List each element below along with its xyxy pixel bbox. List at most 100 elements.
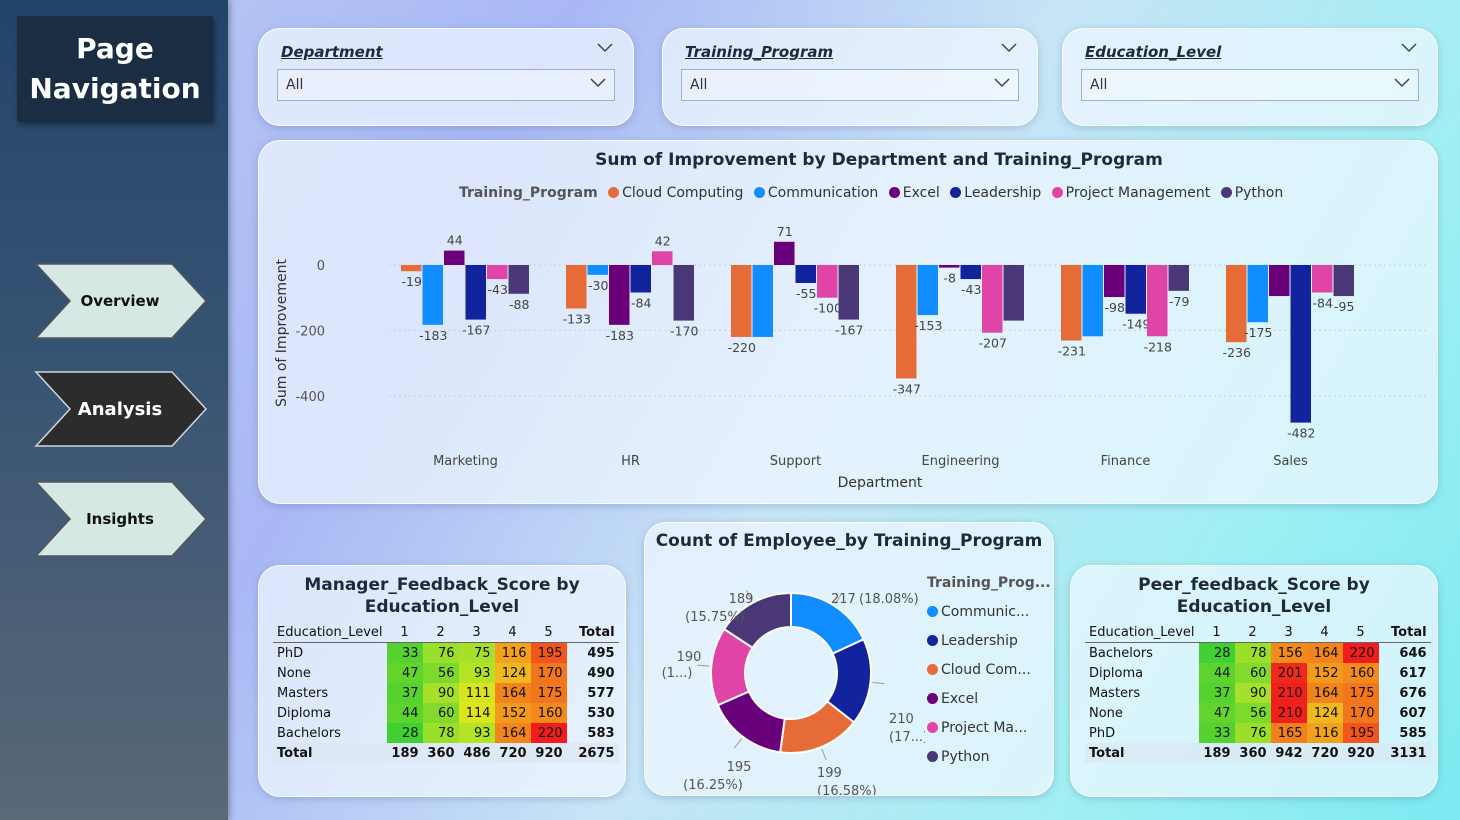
legend-item[interactable]: Communic...	[927, 604, 1051, 633]
matrix-header[interactable]: 4	[1306, 622, 1343, 643]
legend-item[interactable]: Python	[927, 749, 1051, 778]
matrix-cell[interactable]: 75	[458, 642, 495, 663]
matrix-cell[interactable]: 56	[422, 663, 459, 683]
education-level-dropdown[interactable]: All	[1081, 69, 1419, 101]
bar[interactable]	[487, 265, 508, 280]
legend-item[interactable]: Project Ma...	[927, 720, 1051, 749]
matrix-cell[interactable]: 164	[494, 723, 531, 743]
matrix-cell[interactable]: 201	[1270, 663, 1307, 683]
matrix-cell[interactable]: 195	[1342, 723, 1379, 743]
matrix-cell[interactable]: 160	[1342, 663, 1379, 683]
bar[interactable]	[774, 241, 795, 265]
matrix-cell[interactable]: 90	[1234, 683, 1271, 703]
bar[interactable]	[939, 265, 960, 268]
matrix-header[interactable]: 3	[458, 622, 495, 643]
bar[interactable]	[1312, 265, 1333, 293]
matrix-cell[interactable]: 210	[1270, 683, 1307, 703]
matrix-cell[interactable]: 164	[1306, 683, 1343, 703]
matrix-cell[interactable]: 156	[1270, 642, 1307, 663]
bar[interactable]	[1333, 265, 1355, 297]
chevron-down-icon[interactable]	[597, 43, 613, 53]
matrix-cell[interactable]: 111	[458, 683, 495, 703]
bar[interactable]	[401, 265, 422, 272]
training-program-slicer[interactable]: Training_Program All	[662, 28, 1038, 126]
bar[interactable]	[508, 265, 530, 294]
matrix-cell[interactable]: 175	[530, 683, 567, 703]
matrix-cell[interactable]: 37	[386, 683, 423, 703]
matrix-cell[interactable]: 152	[1306, 663, 1343, 683]
matrix-cell[interactable]: 60	[1234, 663, 1271, 683]
department-dropdown[interactable]: All	[277, 69, 615, 101]
matrix-cell[interactable]: 210	[1270, 703, 1307, 723]
matrix-header[interactable]: 5	[530, 622, 567, 643]
bar[interactable]	[1269, 265, 1290, 297]
bar[interactable]	[960, 265, 982, 280]
matrix-cell[interactable]: 124	[494, 663, 531, 683]
bar[interactable]	[630, 265, 652, 293]
bar[interactable]	[795, 265, 817, 283]
department-slicer[interactable]: Department All	[258, 28, 634, 126]
matrix-cell[interactable]: 47	[1198, 703, 1235, 723]
matrix-cell[interactable]: 195	[530, 642, 567, 663]
matrix-cell[interactable]: 152	[494, 703, 531, 723]
chevron-down-icon[interactable]	[1001, 43, 1017, 53]
matrix-cell[interactable]: 90	[422, 683, 459, 703]
bar[interactable]	[1082, 265, 1104, 337]
bar[interactable]	[673, 265, 695, 321]
matrix-cell[interactable]: 170	[1342, 703, 1379, 723]
matrix-cell[interactable]: 220	[1342, 642, 1379, 663]
bar[interactable]	[422, 265, 444, 325]
matrix-cell[interactable]: 170	[530, 663, 567, 683]
matrix-cell[interactable]: 60	[422, 703, 459, 723]
matrix-header[interactable]: Total	[1378, 622, 1431, 643]
matrix-header[interactable]: 1	[1198, 622, 1235, 643]
bar[interactable]	[838, 265, 860, 320]
bar[interactable]	[1061, 265, 1082, 341]
bar[interactable]	[609, 265, 630, 325]
matrix-cell[interactable]: 44	[386, 703, 423, 723]
bar[interactable]	[1125, 265, 1147, 314]
bar[interactable]	[1290, 265, 1312, 423]
bar[interactable]	[566, 265, 587, 309]
matrix-cell[interactable]: 33	[1198, 723, 1235, 743]
matrix-cell[interactable]: 93	[458, 663, 495, 683]
matrix-cell[interactable]: 28	[1198, 642, 1235, 663]
bar[interactable]	[652, 251, 673, 265]
legend-item[interactable]: Cloud Com...	[927, 662, 1051, 691]
matrix-cell[interactable]: 116	[1306, 723, 1343, 743]
matrix-cell[interactable]: 220	[530, 723, 567, 743]
matrix-header[interactable]: 5	[1342, 622, 1379, 643]
matrix-cell[interactable]: 76	[1234, 723, 1271, 743]
training-program-dropdown[interactable]: All	[681, 69, 1019, 101]
matrix-cell[interactable]: 37	[1198, 683, 1235, 703]
legend-item[interactable]: Excel	[927, 691, 1051, 720]
matrix-cell[interactable]: 164	[1306, 642, 1343, 663]
matrix-cell[interactable]: 76	[422, 642, 459, 663]
bar[interactable]	[817, 265, 838, 298]
matrix-cell[interactable]: 78	[1234, 642, 1271, 663]
matrix-cell[interactable]: 165	[1270, 723, 1307, 743]
education-level-slicer[interactable]: Education_Level All	[1062, 28, 1438, 126]
bar[interactable]	[731, 265, 752, 337]
matrix-cell[interactable]: 56	[1234, 703, 1271, 723]
matrix-cell[interactable]: 116	[494, 642, 531, 663]
matrix-cell[interactable]: 124	[1306, 703, 1343, 723]
matrix-header[interactable]: Total	[566, 622, 619, 643]
bar[interactable]	[1003, 265, 1025, 321]
bar[interactable]	[917, 265, 939, 316]
overview-button[interactable]: Overview	[32, 262, 208, 340]
chevron-down-icon[interactable]	[1401, 43, 1417, 53]
matrix-cell[interactable]: 114	[458, 703, 495, 723]
bar[interactable]	[1147, 265, 1168, 337]
matrix-cell[interactable]: 164	[494, 683, 531, 703]
matrix-cell[interactable]: 33	[386, 642, 423, 663]
matrix-cell[interactable]: 47	[386, 663, 423, 683]
matrix-cell[interactable]: 175	[1342, 683, 1379, 703]
bar[interactable]	[465, 265, 487, 320]
bar[interactable]	[444, 250, 465, 265]
matrix-header[interactable]: 1	[386, 622, 423, 643]
matrix-header[interactable]: 2	[422, 622, 459, 643]
matrix-cell[interactable]: 28	[386, 723, 423, 743]
matrix-header[interactable]: Education_Level	[273, 622, 387, 643]
matrix-header[interactable]: 2	[1234, 622, 1271, 643]
